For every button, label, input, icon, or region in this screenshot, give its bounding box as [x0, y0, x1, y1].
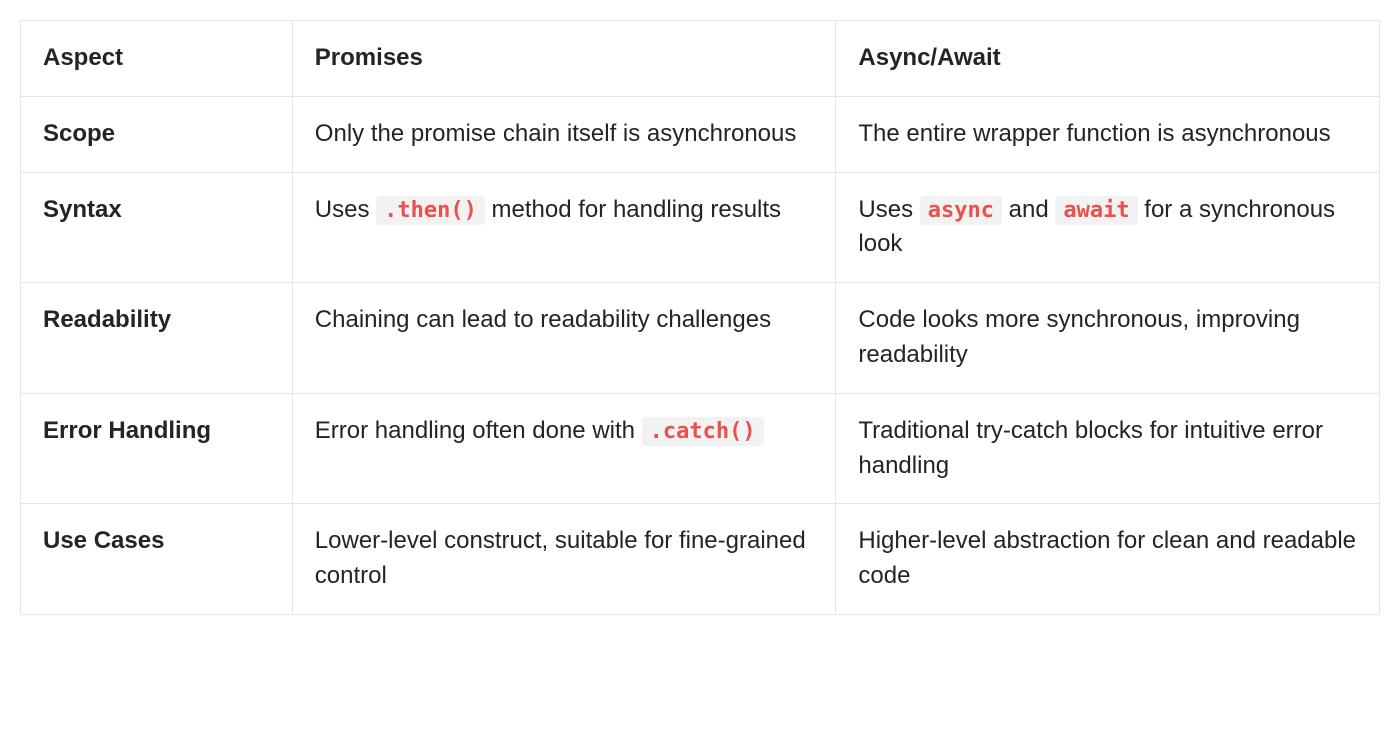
cell-text: Chaining can lead to readability challen…	[315, 306, 771, 333]
promises-cell: Only the promise chain itself is asynchr…	[292, 96, 836, 172]
promises-cell: Uses .then() method for handling results	[292, 172, 836, 283]
table-row: Use Cases Lower-level construct, suitable…	[21, 504, 1380, 615]
promises-cell: Chaining can lead to readability challen…	[292, 283, 836, 394]
inline-code: await	[1055, 196, 1137, 225]
table-row: Scope Only the promise chain itself is as…	[21, 96, 1380, 172]
aspect-cell: Error Handling	[21, 393, 293, 504]
cell-text: Uses	[858, 196, 919, 223]
cell-text: Only the promise chain itself is asynchr…	[315, 120, 797, 147]
cell-text: Lower-level construct, suitable for fine…	[315, 527, 806, 589]
promises-cell: Lower-level construct, suitable for fine…	[292, 504, 836, 615]
table-header-row: Aspect Promises Async/Await	[21, 21, 1380, 97]
header-asyncawait: Async/Await	[836, 21, 1380, 97]
cell-text: and	[1002, 196, 1055, 223]
aspect-cell: Readability	[21, 283, 293, 394]
aspect-cell: Scope	[21, 96, 293, 172]
comparison-table: Aspect Promises Async/Await Scope Only th…	[20, 20, 1380, 615]
cell-text: The entire wrapper function is asynchron…	[858, 120, 1330, 147]
asyncawait-cell: The entire wrapper function is asynchron…	[836, 96, 1380, 172]
cell-text: Uses	[315, 196, 376, 223]
inline-code: .then()	[376, 196, 485, 225]
header-promises: Promises	[292, 21, 836, 97]
table-row: Error HandlingError handling often done …	[21, 393, 1380, 504]
table-row: Readability Chaining can lead to readabil…	[21, 283, 1380, 394]
aspect-cell: Syntax	[21, 172, 293, 283]
table-body: Scope Only the promise chain itself is as…	[21, 96, 1380, 614]
inline-code: .catch()	[642, 417, 764, 446]
inline-code: async	[920, 196, 1002, 225]
cell-text: Higher-level abstraction for clean and r…	[858, 527, 1356, 589]
promises-cell: Error handling often done with .catch()	[292, 393, 836, 504]
aspect-cell: Use Cases	[21, 504, 293, 615]
cell-text: method for handling results	[485, 196, 781, 223]
asyncawait-cell: Traditional try-catch blocks for intuiti…	[836, 393, 1380, 504]
cell-text: Error handling often done with	[315, 417, 642, 444]
asyncawait-cell: Higher-level abstraction for clean and r…	[836, 504, 1380, 615]
table-row: SyntaxUses .then() method for handling r…	[21, 172, 1380, 283]
asyncawait-cell: Code looks more synchronous, improving r…	[836, 283, 1380, 394]
cell-text: Traditional try-catch blocks for intuiti…	[858, 417, 1323, 479]
header-aspect: Aspect	[21, 21, 293, 97]
cell-text: Code looks more synchronous, improving r…	[858, 306, 1300, 368]
asyncawait-cell: Uses async and await for a synchronous l…	[836, 172, 1380, 283]
